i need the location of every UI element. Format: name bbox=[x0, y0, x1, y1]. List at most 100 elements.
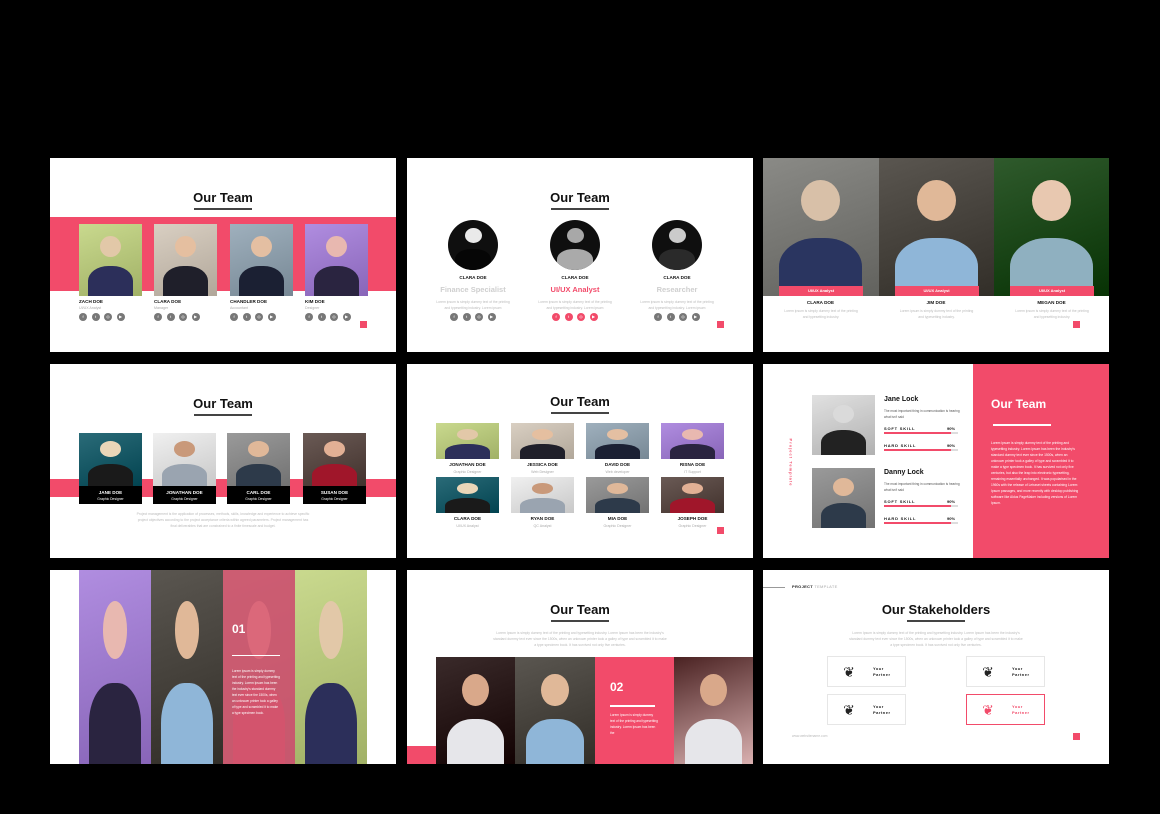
instagram-icon[interactable]: ◎ bbox=[330, 313, 338, 321]
twitter-icon[interactable]: t bbox=[666, 313, 675, 321]
twitter-icon[interactable]: t bbox=[564, 313, 573, 321]
instagram-icon[interactable]: ◎ bbox=[179, 313, 187, 321]
twitter-icon[interactable]: t bbox=[242, 313, 251, 321]
photo-head bbox=[99, 441, 122, 458]
photo-head bbox=[668, 228, 686, 243]
photo-body bbox=[87, 265, 134, 296]
youtube-icon[interactable]: ▶ bbox=[191, 313, 200, 321]
member-role: Designer bbox=[305, 306, 320, 310]
role-label: UI/UX Analyst bbox=[1010, 286, 1094, 296]
instagram-icon[interactable]: ◎ bbox=[679, 313, 687, 321]
twitter-icon[interactable]: t bbox=[317, 313, 326, 321]
partner-card[interactable]: ❦ Your Partner bbox=[966, 694, 1045, 725]
person-desc: The most important thing in communicatio… bbox=[884, 409, 960, 419]
facebook-icon[interactable]: f bbox=[230, 313, 238, 321]
skill-label: SOFT SKILL bbox=[884, 499, 916, 504]
website-text[interactable]: www.websitename.com bbox=[792, 734, 827, 738]
facebook-icon[interactable]: f bbox=[654, 313, 662, 321]
partner-line2: Partner bbox=[1012, 710, 1030, 715]
photo-head bbox=[247, 441, 270, 458]
partner-line2: Partner bbox=[873, 672, 891, 677]
photo-body bbox=[235, 463, 282, 486]
member-photo bbox=[661, 477, 724, 513]
panel-text: Lorem Ipsum is simply dummy text of the … bbox=[991, 441, 1079, 505]
skill-bar-fill bbox=[884, 505, 951, 507]
facebook-icon[interactable]: f bbox=[79, 313, 87, 321]
member-name: DAVID DOE bbox=[604, 462, 631, 467]
youtube-icon[interactable]: ▶ bbox=[342, 313, 351, 321]
pink-overlay bbox=[223, 570, 295, 764]
person-desc: The most important thing in communicatio… bbox=[884, 482, 960, 492]
skill-value: 90% bbox=[947, 499, 956, 504]
slide-6[interactable]: Our Team Lorem Ipsum is simply dummy text… bbox=[763, 364, 1109, 558]
photo-head bbox=[456, 482, 479, 494]
side-label: Project Template bbox=[788, 438, 794, 487]
youtube-icon[interactable]: ▶ bbox=[267, 313, 276, 321]
member-photo bbox=[994, 158, 1109, 296]
laurel-icon: ❦ bbox=[982, 664, 994, 680]
facebook-icon[interactable]: f bbox=[552, 313, 560, 321]
youtube-icon[interactable]: ▶ bbox=[116, 313, 125, 321]
twitter-icon[interactable]: t bbox=[91, 313, 100, 321]
slide-7[interactable]: 01 Lorem ipsum is simply dummy text of th… bbox=[50, 570, 396, 764]
member-role: Manager bbox=[154, 306, 169, 310]
member-photo bbox=[652, 220, 702, 270]
member-description: Lorem ipsum is simply dummy text of the … bbox=[538, 300, 612, 310]
twitter-icon[interactable]: t bbox=[166, 313, 175, 321]
member-photo bbox=[448, 220, 498, 270]
section-text: Lorem Ipsum is simply dummy text of the … bbox=[610, 713, 658, 735]
member-name: ZACH DOE bbox=[79, 299, 103, 304]
instagram-icon[interactable]: ◎ bbox=[475, 313, 483, 321]
slide-9[interactable]: PROJECT TEMPLATE Our Stakeholders Lorem Ip… bbox=[763, 570, 1109, 764]
member-photo bbox=[154, 224, 217, 296]
member-role: Web Designer bbox=[531, 470, 554, 474]
photo-head bbox=[102, 601, 128, 660]
youtube-icon[interactable]: ▶ bbox=[487, 313, 496, 321]
instagram-icon[interactable]: ◎ bbox=[577, 313, 585, 321]
photo-body bbox=[161, 463, 208, 486]
photo-body bbox=[820, 502, 867, 528]
facebook-icon[interactable]: f bbox=[450, 313, 458, 321]
photo-body bbox=[89, 682, 141, 764]
photo-body bbox=[444, 497, 491, 513]
partner-line2: Partner bbox=[873, 710, 891, 715]
photo-body bbox=[447, 719, 504, 764]
skill-value: 90% bbox=[947, 426, 956, 431]
member-photo bbox=[227, 433, 290, 486]
partner-card[interactable]: ❦ Your Partner bbox=[966, 656, 1045, 687]
member-name: CHANDLER DOE bbox=[230, 299, 268, 304]
member-photo bbox=[586, 423, 649, 459]
member-role: Graphic Designer bbox=[453, 470, 482, 474]
partner-card[interactable]: ❦ Your Partner bbox=[827, 656, 906, 687]
name-plate bbox=[303, 486, 366, 504]
photo-body bbox=[444, 443, 491, 459]
facebook-icon[interactable]: f bbox=[154, 313, 162, 321]
number-underline bbox=[610, 705, 655, 707]
instagram-icon[interactable]: ◎ bbox=[255, 313, 263, 321]
slide-4[interactable]: Our Team JANE DOE Graphic Designer JONATHAN… bbox=[50, 364, 396, 558]
intro-text: Lorem Ipsum is simply dummy text of the … bbox=[493, 631, 667, 647]
slide-2[interactable]: Our Team CLARA DOE Finance Specialist Lorem… bbox=[407, 158, 753, 352]
photo-head bbox=[832, 477, 855, 496]
member-photo bbox=[812, 468, 875, 528]
youtube-icon[interactable]: ▶ bbox=[589, 313, 598, 321]
slide-8[interactable]: Our Team Lorem Ipsum is simply dummy text… bbox=[407, 570, 753, 764]
member-name: JONATHAN DOE bbox=[166, 490, 203, 495]
member-photo bbox=[763, 158, 879, 296]
twitter-icon[interactable]: t bbox=[462, 313, 471, 321]
member-photo bbox=[550, 220, 600, 270]
member-description: Lorem ipsum is simply dummy text of the … bbox=[899, 309, 974, 319]
member-photo bbox=[586, 477, 649, 513]
member-description: Lorem ipsum is simply dummy text of the … bbox=[784, 309, 858, 319]
skill-label: HARD SKILL bbox=[884, 443, 917, 448]
youtube-icon[interactable]: ▶ bbox=[691, 313, 700, 321]
member-role: Finance Specialist bbox=[440, 285, 506, 294]
slide-1[interactable]: Our Team ZACH DOE UI/UX Analyst f t ◎ ▶ CLARA D… bbox=[50, 158, 396, 352]
slide-3[interactable]: UI/UX Analyst CLARA DOE Lorem ipsum is sim… bbox=[763, 158, 1109, 352]
instagram-icon[interactable]: ◎ bbox=[104, 313, 112, 321]
photo-body bbox=[669, 497, 716, 513]
slide-5[interactable]: Our Team JONATHAN DOE Graphic Designer JESS… bbox=[407, 364, 753, 558]
partner-card[interactable]: ❦ Your Partner bbox=[827, 694, 906, 725]
facebook-icon[interactable]: f bbox=[305, 313, 313, 321]
title-underline bbox=[194, 414, 252, 416]
